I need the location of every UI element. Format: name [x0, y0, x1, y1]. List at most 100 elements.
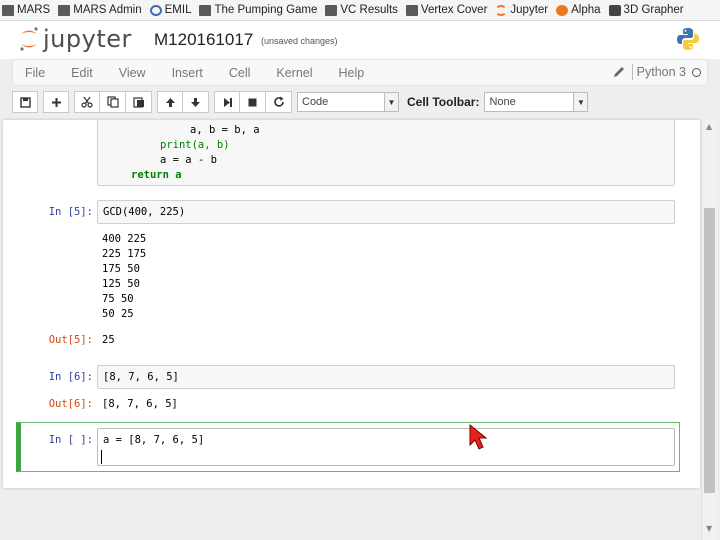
plus-icon: [51, 97, 61, 107]
toolbar: Code ▼ Cell Toolbar: None ▼: [12, 88, 708, 116]
folder-icon: [405, 4, 418, 16]
notebook-name[interactable]: M120161017: [154, 30, 253, 50]
bookmark-pumping-game[interactable]: The Pumping Game: [199, 4, 317, 16]
out-prompt: Out[6]:: [48, 398, 93, 410]
code-line: a, b = b, a: [190, 124, 260, 136]
notebook-header: jupyter M120161017 (unsaved changes): [0, 21, 720, 59]
arrow-down-icon: [191, 97, 200, 107]
scissors-icon: [81, 96, 93, 108]
code-line: [8, 7, 6, 5]: [103, 371, 179, 383]
code-line: a = a - b: [160, 154, 217, 166]
cell-type-select[interactable]: Code ▼: [297, 92, 399, 112]
refresh-icon: [273, 96, 284, 107]
move-up-button[interactable]: [157, 91, 183, 113]
jupyter-logo[interactable]: jupyter: [18, 25, 132, 53]
folder-icon: [325, 4, 338, 16]
output-line: 400 225: [102, 233, 147, 245]
stop-icon: [248, 98, 257, 106]
run-cell-button[interactable]: [214, 91, 240, 113]
menu-edit[interactable]: Edit: [71, 66, 93, 80]
move-down-button[interactable]: [183, 91, 209, 113]
code-line: return a: [131, 169, 182, 181]
output-line: 50 25: [102, 308, 134, 320]
copy-icon: [106, 96, 119, 108]
bookmark-emil[interactable]: EMIL: [149, 4, 191, 16]
cell-type-value: Code: [302, 96, 329, 108]
arrow-up-icon: [165, 97, 175, 107]
code-cell-input[interactable]: [8, 7, 6, 5]: [97, 365, 675, 389]
code-cell-input[interactable]: GCD(400, 225): [97, 200, 675, 224]
cell-toolbar-value: None: [489, 96, 516, 108]
jupyter-window: MARS MARS Admin EMIL The Pumping Game VC…: [0, 0, 720, 540]
code-line: a = [8, 7, 6, 5]: [103, 434, 205, 446]
output-line: 125 50: [102, 278, 140, 290]
bookmarks-bar: MARS MARS Admin EMIL The Pumping Game VC…: [0, 0, 720, 21]
pencil-icon[interactable]: [612, 65, 626, 79]
bookmark-vc-results[interactable]: VC Results: [325, 4, 398, 16]
cell-toolbar-select[interactable]: None ▼: [484, 92, 589, 112]
output-line: 225 175: [102, 248, 147, 260]
restart-kernel-button[interactable]: [266, 91, 292, 113]
logo-text: jupyter: [43, 25, 132, 53]
folder-icon: [2, 4, 14, 16]
in-prompt: In [5]:: [48, 206, 93, 218]
jupyter-icon: [495, 4, 508, 16]
kernel-name: Python 3: [636, 65, 686, 79]
step-forward-icon: [223, 97, 232, 107]
save-icon: [19, 96, 31, 108]
paste-button[interactable]: [126, 91, 152, 113]
chevron-down-icon: ▼: [384, 93, 398, 111]
text-cursor: [101, 450, 102, 464]
menu-kernel[interactable]: Kernel: [276, 66, 312, 80]
cell-stdout: 400 225 225 175 175 50 125 50 75 50 50 2…: [102, 232, 146, 322]
scrollbar[interactable]: ▲ ▼: [701, 120, 716, 540]
notebook-container: a, b = b, a print(a, b) a = a - b return…: [3, 120, 700, 488]
code-cell-input-active[interactable]: a = [8, 7, 6, 5]: [97, 428, 675, 466]
bookmark-mars[interactable]: MARS: [2, 4, 50, 16]
scroll-thumb[interactable]: [704, 208, 715, 493]
kernel-idle-icon: [692, 67, 701, 77]
scroll-down-icon[interactable]: ▼: [706, 524, 712, 533]
menu-cell[interactable]: Cell: [229, 66, 251, 80]
menu-file[interactable]: File: [25, 66, 45, 80]
bookmark-mars-admin[interactable]: MARS Admin: [58, 4, 142, 16]
globe-icon: [149, 4, 162, 16]
menu-help[interactable]: Help: [339, 66, 365, 80]
insert-cell-button[interactable]: [43, 91, 69, 113]
save-button[interactable]: [12, 91, 38, 113]
menubar: File Edit View Insert Cell Kernel Help P…: [12, 59, 708, 86]
chevron-down-icon: ▼: [573, 93, 588, 111]
alpha-icon: [556, 4, 569, 16]
output-line: 75 50: [102, 293, 134, 305]
in-prompt: In [ ]:: [48, 434, 93, 446]
cell-toolbar-label: Cell Toolbar:: [407, 95, 480, 109]
cut-button[interactable]: [74, 91, 100, 113]
code-cell-input[interactable]: a, b = b, a print(a, b) a = a - b return…: [97, 120, 675, 186]
paste-icon: [132, 97, 144, 108]
out-prompt: Out[5]:: [48, 334, 93, 346]
scroll-up-icon[interactable]: ▲: [706, 122, 712, 131]
save-status: (unsaved changes): [261, 36, 338, 46]
folder-icon: [199, 4, 212, 16]
kernel-area: Python 3: [612, 64, 701, 80]
code-line: print(a, b): [160, 139, 230, 151]
cell-result: [8, 7, 6, 5]: [102, 398, 178, 410]
bookmark-alpha[interactable]: Alpha: [556, 4, 601, 16]
jupyter-logo-icon: [20, 27, 38, 51]
grapher-icon: [608, 4, 621, 16]
in-prompt: In [6]:: [48, 371, 93, 383]
mouse-cursor-icon: [469, 423, 488, 450]
menu-insert[interactable]: Insert: [172, 66, 203, 80]
cell-result: 25: [102, 334, 115, 346]
output-line: 175 50: [102, 263, 140, 275]
code-line: GCD(400, 225): [103, 206, 186, 218]
menu-view[interactable]: View: [119, 66, 146, 80]
divider: [631, 64, 633, 80]
bookmark-jupyter[interactable]: Jupyter: [495, 4, 548, 16]
interrupt-kernel-button[interactable]: [240, 91, 266, 113]
bookmark-3d-grapher[interactable]: 3D Grapher: [608, 4, 684, 16]
bookmark-vertex-cover[interactable]: Vertex Cover: [405, 4, 487, 16]
folder-icon: [58, 4, 71, 16]
python-logo-icon: [677, 28, 699, 50]
copy-button[interactable]: [100, 91, 126, 113]
